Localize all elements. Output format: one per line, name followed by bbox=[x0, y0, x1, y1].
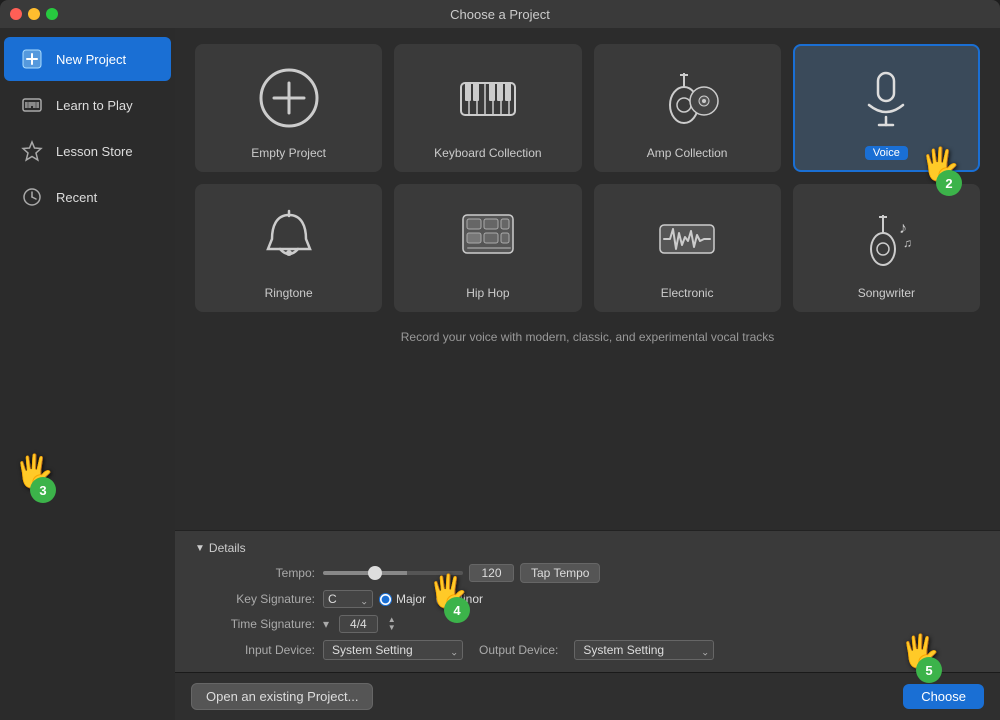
output-label: Output Device: bbox=[479, 643, 558, 657]
input-device-wrapper: System Setting bbox=[323, 640, 463, 660]
sidebar-label-recent: Recent bbox=[56, 190, 97, 205]
amp-collection-icon bbox=[647, 58, 727, 138]
minor-label: Minor bbox=[453, 592, 483, 606]
sidebar: New Project Learn to Play bbox=[0, 28, 175, 720]
time-sig-value: 4/4 bbox=[350, 617, 367, 631]
time-label: Time Signature: bbox=[205, 617, 315, 631]
tile-label-ringtone: Ringtone bbox=[265, 286, 313, 300]
ringtone-icon bbox=[249, 198, 329, 278]
voice-icon bbox=[846, 58, 926, 138]
tile-keyboard-collection[interactable]: Keyboard Collection bbox=[394, 44, 581, 172]
device-row: Input Device: System Setting Output Devi… bbox=[205, 640, 980, 660]
tempo-label: Tempo: bbox=[205, 566, 315, 580]
keyboard-icon bbox=[448, 58, 528, 138]
sidebar-item-learn-to-play[interactable]: Learn to Play bbox=[4, 83, 171, 127]
key-signature-row: Key Signature: CDEF GAB Major bbox=[205, 590, 980, 608]
tap-tempo-button[interactable]: Tap Tempo bbox=[520, 563, 600, 583]
maximize-button[interactable] bbox=[46, 8, 58, 20]
time-signature-row: Time Signature: ▾ 4/4 ▲ ▼ bbox=[205, 615, 980, 633]
tile-label-songwriter: Songwriter bbox=[858, 286, 915, 300]
minor-radio[interactable] bbox=[436, 593, 449, 606]
tile-ringtone[interactable]: Ringtone bbox=[195, 184, 382, 312]
bottom-bar: Open an existing Project... Choose bbox=[175, 672, 1000, 720]
time-control: ▾ 4/4 ▲ ▼ bbox=[323, 615, 396, 633]
key-control: CDEF GAB Major Minor bbox=[323, 590, 483, 608]
device-control: System Setting Output Device: System Set… bbox=[323, 640, 714, 660]
time-sig-display: 4/4 bbox=[339, 615, 378, 633]
details-section: ▼ Details Tempo: Tap Tempo Key Signature… bbox=[175, 530, 1000, 672]
choose-button[interactable]: Choose bbox=[903, 684, 984, 709]
minor-radio-label[interactable]: Minor bbox=[436, 592, 483, 606]
tile-amp-collection[interactable]: Amp Collection bbox=[594, 44, 781, 172]
major-radio[interactable] bbox=[379, 593, 392, 606]
sidebar-item-lesson-store[interactable]: Lesson Store bbox=[4, 129, 171, 173]
key-mode-group: Major Minor bbox=[379, 592, 483, 606]
open-project-button[interactable]: Open an existing Project... bbox=[191, 683, 373, 710]
minimize-button[interactable] bbox=[28, 8, 40, 20]
input-label: Input Device: bbox=[205, 643, 315, 657]
electronic-icon bbox=[647, 198, 727, 278]
sidebar-item-new-project[interactable]: New Project bbox=[4, 37, 171, 81]
lesson-store-icon bbox=[18, 137, 46, 165]
close-button[interactable] bbox=[10, 8, 22, 20]
time-sig-down-arrow2[interactable]: ▼ bbox=[388, 624, 396, 632]
tile-hip-hop[interactable]: Hip Hop bbox=[394, 184, 581, 312]
output-device-select[interactable]: System Setting bbox=[574, 640, 714, 660]
description-text: Record your voice with modern, classic, … bbox=[401, 330, 775, 344]
tempo-slider[interactable] bbox=[323, 571, 463, 575]
tempo-row: Tempo: Tap Tempo bbox=[205, 563, 980, 583]
svg-text:♫: ♫ bbox=[903, 236, 912, 250]
sidebar-label-lesson-store: Lesson Store bbox=[56, 144, 133, 159]
tile-label-amp: Amp Collection bbox=[647, 146, 728, 160]
songwriter-icon: ♪ ♫ bbox=[846, 198, 926, 278]
project-grid-row1: Empty Project bbox=[195, 44, 980, 172]
key-select-wrapper: CDEF GAB bbox=[323, 590, 373, 608]
sidebar-label-new-project: New Project bbox=[56, 52, 126, 67]
empty-project-icon bbox=[249, 58, 329, 138]
key-label: Key Signature: bbox=[205, 592, 315, 606]
tile-label-hiphop: Hip Hop bbox=[466, 286, 509, 300]
window-title: Choose a Project bbox=[450, 7, 550, 22]
tile-label-empty: Empty Project bbox=[251, 146, 326, 160]
details-arrow-icon: ▼ bbox=[195, 543, 205, 554]
time-sig-down-arrow[interactable]: ▾ bbox=[323, 617, 329, 631]
tile-electronic[interactable]: Electronic bbox=[594, 184, 781, 312]
output-device-wrapper: System Setting bbox=[574, 640, 714, 660]
tile-label-voice: Voice bbox=[865, 146, 908, 160]
window-controls[interactable] bbox=[10, 8, 58, 20]
voice-badge: Voice bbox=[865, 146, 908, 160]
details-title: Details bbox=[209, 541, 246, 555]
tile-voice[interactable]: Voice bbox=[793, 44, 980, 172]
tile-label-electronic: Electronic bbox=[661, 286, 714, 300]
input-device-select[interactable]: System Setting bbox=[323, 640, 463, 660]
main-content: Empty Project bbox=[175, 28, 1000, 720]
major-label: Major bbox=[396, 592, 426, 606]
details-header[interactable]: ▼ Details bbox=[195, 541, 980, 555]
app-body: New Project Learn to Play bbox=[0, 28, 1000, 720]
tempo-input[interactable] bbox=[469, 564, 514, 582]
tile-label-keyboard: Keyboard Collection bbox=[434, 146, 541, 160]
svg-text:♪: ♪ bbox=[899, 220, 907, 237]
sidebar-item-recent[interactable]: Recent bbox=[4, 175, 171, 219]
key-select[interactable]: CDEF GAB bbox=[323, 590, 373, 608]
tempo-control: Tap Tempo bbox=[323, 563, 600, 583]
learn-to-play-icon bbox=[18, 91, 46, 119]
hip-hop-icon bbox=[448, 198, 528, 278]
project-grid-area: Empty Project bbox=[175, 28, 1000, 530]
tile-empty-project[interactable]: Empty Project bbox=[195, 44, 382, 172]
titlebar: Choose a Project bbox=[0, 0, 1000, 28]
tile-songwriter[interactable]: ♪ ♫ Songwriter bbox=[793, 184, 980, 312]
details-fields: Tempo: Tap Tempo Key Signature: CDEF bbox=[195, 563, 980, 660]
new-project-icon bbox=[18, 45, 46, 73]
project-grid-row2: Ringtone bbox=[195, 184, 980, 312]
time-sig-arrows: ▲ ▼ bbox=[388, 616, 396, 632]
major-radio-label[interactable]: Major bbox=[379, 592, 426, 606]
recent-icon bbox=[18, 183, 46, 211]
description-bar: Record your voice with modern, classic, … bbox=[195, 324, 980, 352]
sidebar-label-learn: Learn to Play bbox=[56, 98, 133, 113]
